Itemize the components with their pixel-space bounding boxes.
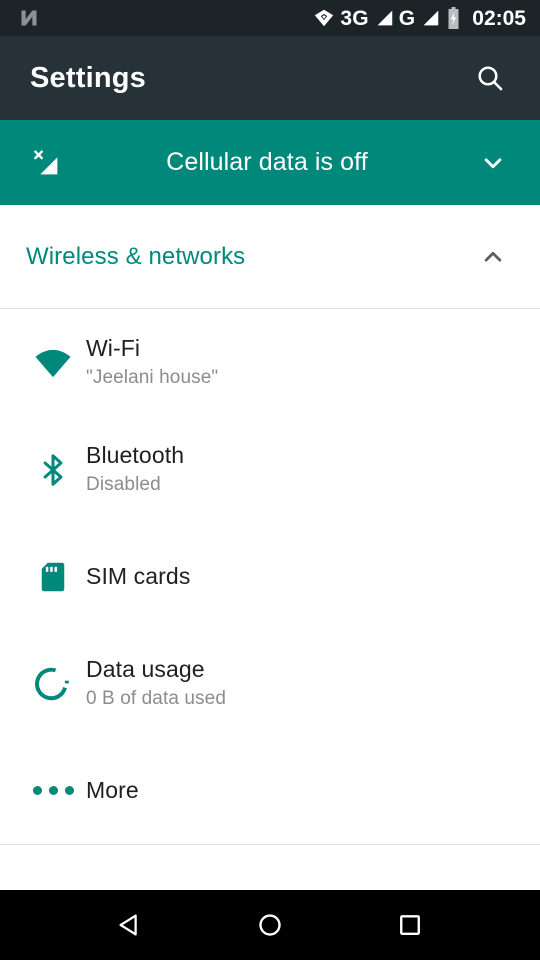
dot-2 xyxy=(48,786,58,795)
app-bar-actions xyxy=(462,50,518,106)
recents-button[interactable] xyxy=(374,890,446,960)
wifi-icon-wrap xyxy=(22,343,84,383)
home-icon xyxy=(259,914,281,936)
wifi-text: Wi-Fi "Jeelani house" xyxy=(84,334,218,391)
status-bar-clock: 02:05 xyxy=(472,6,526,30)
sim-cards-text: SIM cards xyxy=(84,562,190,590)
navigation-bar xyxy=(0,890,540,960)
signal-bars-icon-2 xyxy=(423,10,439,26)
battery-charging-icon xyxy=(448,7,459,29)
banner-label: Cellular data is off xyxy=(166,148,368,176)
recents-icon xyxy=(400,915,420,935)
settings-item-wifi[interactable]: Wi-Fi "Jeelani house" xyxy=(0,309,540,416)
android-n-logo-icon xyxy=(21,10,37,26)
more-dots-icon xyxy=(32,786,74,795)
back-button[interactable] xyxy=(94,890,166,960)
back-icon xyxy=(119,914,137,936)
signal-off-icon xyxy=(34,149,58,174)
section-collapse-button[interactable] xyxy=(470,242,516,272)
wifi-icon xyxy=(35,349,71,377)
sim-card-icon xyxy=(41,562,65,591)
settings-item-title: Bluetooth xyxy=(86,442,185,469)
section-header-wireless-networks[interactable]: Wireless & networks xyxy=(0,205,540,308)
settings-list: Wireless & networks Wi-Fi "Jeelani house… xyxy=(0,205,540,890)
settings-item-title: Data usage xyxy=(86,656,205,683)
more-text: More xyxy=(84,776,139,804)
settings-screen: 3G G 02:05 Settings Cellular data is off… xyxy=(0,0,540,960)
dot-3 xyxy=(64,786,74,795)
settings-item-subtitle: "Jeelani house" xyxy=(86,367,219,389)
data-usage-text: Data usage 0 B of data used xyxy=(84,655,226,712)
cellular-data-banner[interactable]: Cellular data is off xyxy=(0,120,540,205)
settings-item-subtitle: 0 B of data used xyxy=(86,688,226,710)
network-type-g-label: G xyxy=(398,6,416,30)
status-bar-right: 3G G 02:05 xyxy=(312,6,526,30)
settings-item-title: More xyxy=(86,777,139,804)
page-title: Settings xyxy=(30,61,146,94)
chevron-up-icon xyxy=(484,251,502,261)
search-icon xyxy=(478,66,503,91)
divider-bottom xyxy=(0,844,540,845)
network-type-3g-label: 3G xyxy=(340,6,369,30)
bluetooth-icon xyxy=(43,453,63,486)
settings-item-more[interactable]: More xyxy=(0,737,540,844)
bluetooth-icon-wrap xyxy=(22,451,84,489)
settings-item-data-usage[interactable]: Data usage 0 B of data used xyxy=(0,630,540,737)
section-title: Wireless & networks xyxy=(26,242,246,270)
chevron-down-icon xyxy=(484,157,502,168)
search-button[interactable] xyxy=(462,50,518,106)
settings-item-title: Wi-Fi xyxy=(86,335,141,362)
signal-bars-icon xyxy=(377,10,392,26)
settings-item-title: SIM cards xyxy=(86,563,191,590)
data-usage-icon-wrap xyxy=(22,665,84,703)
vibrate-icon xyxy=(315,9,334,27)
sim-card-icon-wrap xyxy=(22,559,84,595)
status-bar: 3G G 02:05 xyxy=(0,0,540,36)
settings-item-subtitle: Disabled xyxy=(86,474,161,496)
settings-item-sim-cards[interactable]: SIM cards xyxy=(0,523,540,630)
banner-icon-wrap xyxy=(18,146,74,180)
bluetooth-text: Bluetooth Disabled xyxy=(84,441,184,498)
status-bar-left xyxy=(18,8,40,28)
banner-expand-button[interactable] xyxy=(470,148,516,178)
settings-item-bluetooth[interactable]: Bluetooth Disabled xyxy=(0,416,540,523)
home-button[interactable] xyxy=(234,890,306,960)
data-usage-icon xyxy=(35,667,69,700)
more-dots-icon-wrap xyxy=(22,786,84,795)
dot-1 xyxy=(32,786,42,795)
app-bar: Settings xyxy=(0,36,540,120)
